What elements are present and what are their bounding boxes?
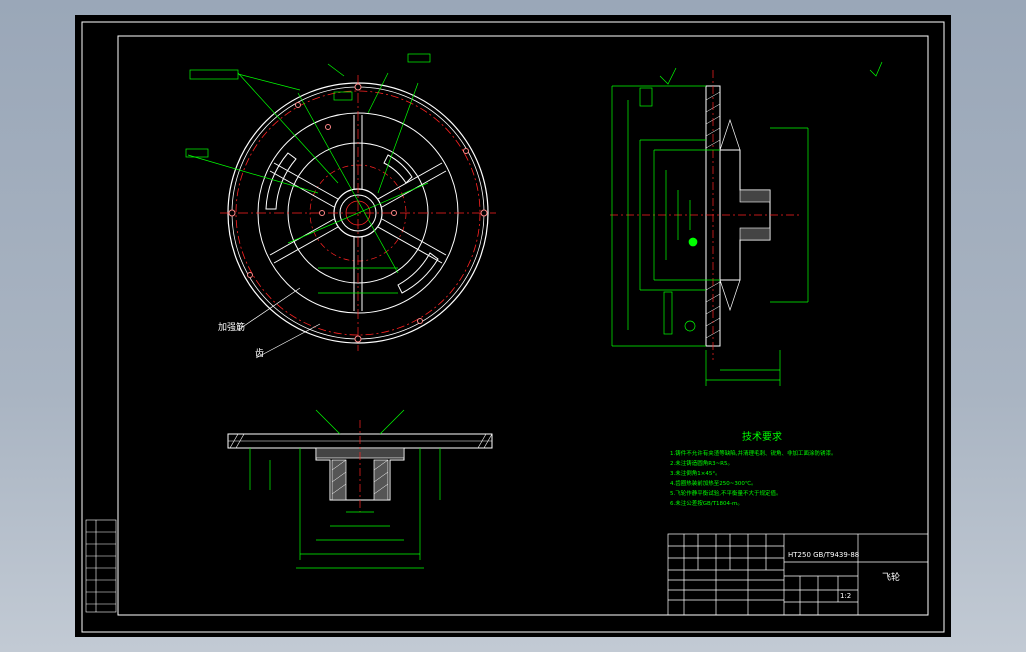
cad-drawing: 加强筋 齿 技术要求 1.铸件不允许有夹渣等缺陷,并清理毛刺、锐角、非加工面涂防… [75, 15, 951, 637]
note-line: 6.未注公差按GB/T1804-m。 [670, 499, 743, 507]
drawing-sheet [75, 15, 951, 637]
notes-title: 技术要求 [742, 430, 782, 443]
callout-leader-a: 加强筋 [218, 321, 245, 333]
part-name: 飞轮 [882, 571, 900, 583]
note-line: 3.未注倒角1×45°。 [670, 469, 721, 477]
scale-value: 1:2 [840, 592, 851, 600]
note-line: 1.铸件不允许有夹渣等缺陷,并清理毛刺、锐角、非加工面涂防锈漆。 [670, 449, 837, 457]
callout-leader-b: 齿 [255, 348, 264, 359]
note-line: 4.齿圈热装前加热至250~300℃。 [670, 479, 757, 487]
note-line: 5.飞轮作静平衡试验,不平衡量不大于规定值。 [670, 489, 782, 497]
note-line: 2.未注铸造圆角R3~R5。 [670, 459, 733, 467]
material-label: HT250 GB/T9439-88 [788, 551, 859, 559]
